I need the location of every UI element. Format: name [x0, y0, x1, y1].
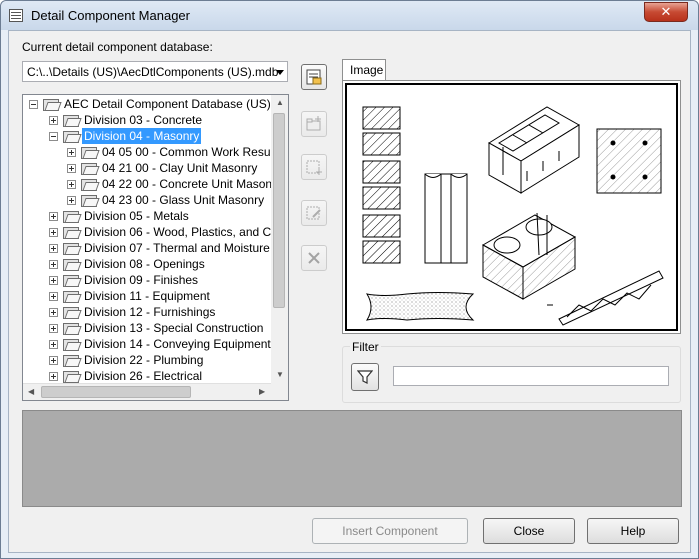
image-tab-panel	[342, 80, 681, 334]
folder-icon	[63, 354, 79, 367]
collapse-icon[interactable]	[29, 100, 38, 109]
scroll-up-icon[interactable]: ▲	[276, 99, 284, 107]
tree-item-label: Division 11 - Equipment	[84, 289, 210, 303]
database-label: Current detail component database:	[22, 40, 213, 54]
expand-icon[interactable]	[67, 164, 76, 173]
expand-icon[interactable]	[49, 324, 58, 333]
scroll-right-icon[interactable]: ▶	[259, 388, 265, 396]
tree-item-label: Division 13 - Special Construction	[84, 321, 264, 335]
expand-icon[interactable]	[67, 148, 76, 157]
component-preview-image	[345, 83, 678, 331]
funnel-icon	[357, 370, 373, 384]
expand-icon[interactable]	[49, 212, 58, 221]
expand-icon[interactable]	[49, 244, 58, 253]
folder-icon	[63, 226, 79, 239]
tree-item-label: Division 07 - Thermal and Moisture Prote…	[84, 241, 288, 255]
folder-icon	[63, 130, 79, 143]
masonry-preview-drawing	[362, 106, 664, 326]
tree-item-label: Division 08 - Openings	[84, 257, 205, 271]
folder-icon	[43, 98, 59, 111]
tree-item-label: Division 22 - Plumbing	[84, 353, 204, 367]
scroll-down-icon[interactable]: ▼	[276, 371, 284, 379]
database-path: C:\..\Details (US)\AecDtlComponents (US)…	[27, 65, 279, 79]
help-button[interactable]: Help	[587, 518, 679, 544]
expand-icon[interactable]	[49, 228, 58, 237]
tree-vscroll-thumb[interactable]	[273, 113, 285, 308]
folder-icon	[63, 274, 79, 287]
close-button[interactable]: Close	[483, 518, 575, 544]
folder-icon	[81, 194, 97, 207]
folder-icon	[81, 162, 97, 175]
chevron-down-icon[interactable]	[276, 70, 284, 75]
database-select-icon	[306, 69, 322, 85]
expand-icon[interactable]	[49, 292, 58, 301]
collapse-icon[interactable]	[49, 132, 58, 141]
folder-icon	[81, 178, 97, 191]
detail-component-manager-window: Detail Component Manager ✕ Current detai…	[0, 0, 699, 559]
filter-button[interactable]	[351, 363, 379, 391]
folder-icon	[63, 242, 79, 255]
insert-component-button[interactable]: Insert Component	[312, 518, 468, 544]
delete-icon	[308, 252, 320, 264]
tab-image[interactable]: Image	[342, 59, 386, 81]
database-select-button[interactable]	[301, 64, 327, 90]
dialog-client-area: Current detail component database: C:\..…	[8, 30, 691, 553]
expand-icon[interactable]	[67, 196, 76, 205]
filter-label: Filter	[350, 340, 381, 354]
tree-item-label: AEC Detail Component Database (US)	[64, 97, 271, 111]
expand-icon[interactable]	[49, 308, 58, 317]
expand-icon[interactable]	[49, 340, 58, 349]
folder-icon	[63, 306, 79, 319]
new-component-icon	[306, 160, 322, 175]
folder-add-icon	[306, 116, 321, 131]
folder-icon	[63, 322, 79, 335]
folder-icon	[81, 146, 97, 159]
edit-component-button[interactable]	[301, 200, 327, 226]
window-title: Detail Component Manager	[31, 8, 190, 23]
tree-item-label: 04 23 00 - Glass Unit Masonry	[102, 193, 265, 207]
delete-component-button[interactable]	[301, 245, 327, 271]
description-area	[22, 410, 682, 507]
expand-icon[interactable]	[49, 372, 58, 381]
database-combo[interactable]: C:\..\Details (US)\AecDtlComponents (US)…	[22, 61, 288, 82]
folder-icon	[63, 258, 79, 271]
folder-icon	[63, 370, 79, 383]
expand-icon[interactable]	[49, 116, 58, 125]
tree-item-label: 04 21 00 - Clay Unit Masonry	[102, 161, 258, 175]
expand-icon[interactable]	[49, 276, 58, 285]
title-bar[interactable]: Detail Component Manager ✕	[1, 1, 698, 30]
folder-icon	[63, 290, 79, 303]
tree-item-label: Division 09 - Finishes	[84, 273, 199, 287]
folder-icon	[63, 114, 79, 127]
tree-hscroll-thumb[interactable]	[41, 386, 191, 398]
tree-item-label: Division 12 - Furnishings	[84, 305, 216, 319]
tree-vertical-scrollbar[interactable]: ▲ ▼	[271, 95, 288, 384]
tree-item-label: Division 04 - Masonry	[82, 128, 202, 144]
tree-item-label: Division 03 - Concrete	[84, 113, 203, 127]
tree-item-label: Division 26 - Electrical	[84, 369, 203, 383]
expand-icon[interactable]	[49, 260, 58, 269]
scroll-corner	[271, 383, 288, 400]
expand-icon[interactable]	[67, 180, 76, 189]
add-folder-button[interactable]	[301, 111, 327, 137]
component-tree[interactable]: AEC Detail Component Database (US) Divisi…	[22, 94, 289, 401]
tree-horizontal-scrollbar[interactable]: ◀ ▶	[23, 383, 271, 400]
app-icon	[9, 9, 23, 22]
filter-input[interactable]	[393, 366, 669, 386]
expand-icon[interactable]	[49, 356, 58, 365]
window-close-button[interactable]: ✕	[644, 2, 688, 22]
scroll-left-icon[interactable]: ◀	[28, 388, 34, 396]
tree-item-label: 04 22 00 - Concrete Unit Masonry	[102, 177, 283, 191]
tree-item-label: Division 05 - Metals	[84, 209, 189, 223]
folder-icon	[63, 210, 79, 223]
tree-item-label: 04 05 00 - Common Work Results for Mason…	[102, 145, 288, 159]
new-component-button[interactable]	[301, 154, 327, 180]
tree-item-label: Division 14 - Conveying Equipment	[84, 337, 271, 351]
edit-component-icon	[306, 206, 321, 220]
tree-item-label: Division 06 - Wood, Plastics, and Compos…	[84, 225, 288, 239]
folder-icon	[63, 338, 79, 351]
